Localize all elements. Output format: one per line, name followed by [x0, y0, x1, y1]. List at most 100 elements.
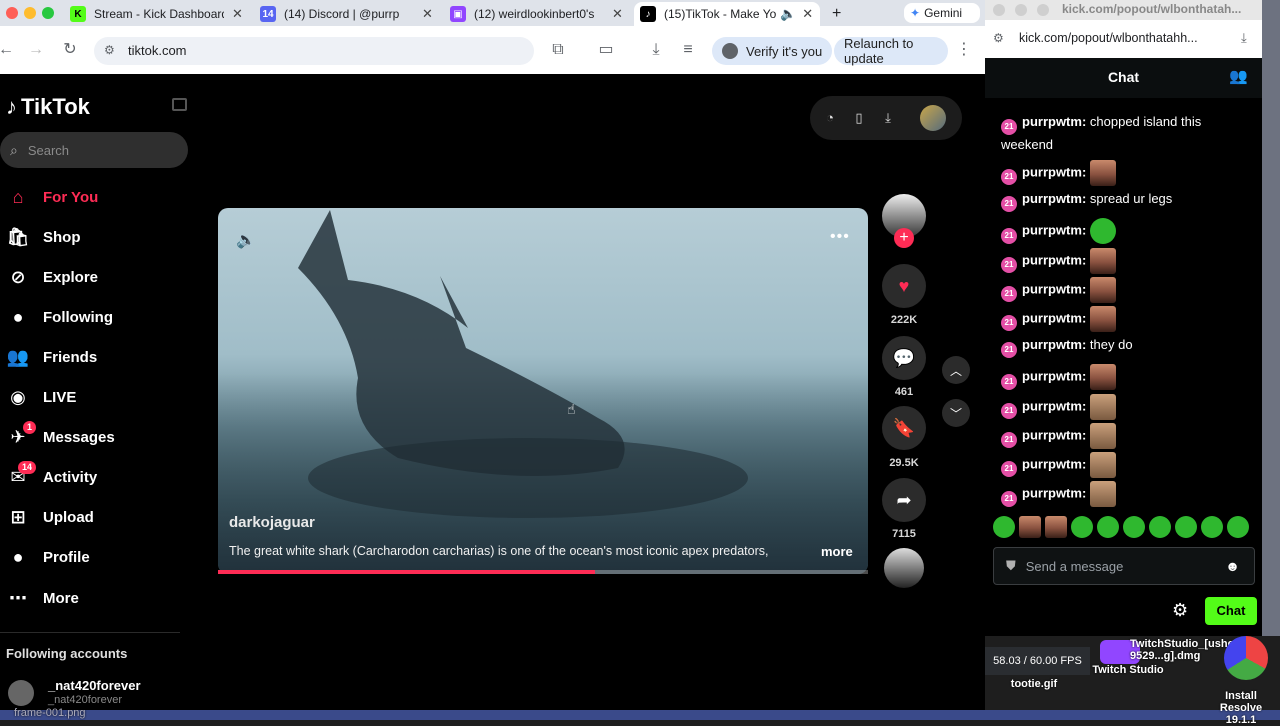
emote-frog-icon[interactable]	[993, 516, 1015, 538]
sidebar-item-upload[interactable]: ⊞ Upload	[6, 503, 93, 533]
sound-disc-icon[interactable]	[884, 548, 924, 588]
chat-send-button[interactable]: Chat	[1205, 597, 1257, 625]
desktop-file-frame-png[interactable]: frame-001.png	[14, 707, 104, 719]
chat-username[interactable]: purrpwtm:	[1022, 281, 1086, 296]
following-account-name[interactable]: _nat420forever	[48, 678, 141, 693]
tiktok-logo[interactable]: ♪ TikTok	[6, 94, 90, 120]
speaker-icon[interactable]: 🔈	[780, 6, 796, 22]
emote-frog-icon[interactable]	[1149, 516, 1171, 538]
desktop-file-twitchstudio-dmg[interactable]: TwitchStudio_[usher-9529...g].dmg	[1130, 638, 1242, 662]
video-progress-bar[interactable]	[218, 570, 868, 574]
next-video-button[interactable]: ﹀	[942, 399, 970, 427]
tab-twitch[interactable]: ▣ (12) weirdlookinbert0's ✕	[444, 2, 628, 26]
minimize-window-button[interactable]	[1015, 4, 1027, 16]
download-icon[interactable]: ⤓	[1241, 30, 1247, 46]
media-controls-icon[interactable]: ≡	[678, 40, 698, 60]
new-tab-button[interactable]: +	[826, 2, 846, 26]
emote-face-icon[interactable]	[1019, 516, 1041, 538]
tab-discord[interactable]: 14 (14) Discord | @purrp ✕	[254, 2, 438, 26]
search-input[interactable]: ⌕ Search	[0, 132, 188, 168]
zoom-window-button[interactable]	[42, 7, 54, 19]
sidebar-item-messages[interactable]: ✈ 1 Messages	[6, 420, 115, 453]
sidebar-item-explore[interactable]: ⊘ Explore	[6, 262, 98, 292]
sidebar-item-friends[interactable]: 👥 Friends	[6, 342, 97, 372]
settings-gear-icon[interactable]: ⚙	[1172, 600, 1188, 621]
extensions-icon[interactable]: ⧉	[548, 40, 568, 60]
chat-username[interactable]: purrpwtm:	[1022, 337, 1086, 352]
video-player[interactable]: 🔈 ••• darkojaguar The great white shark …	[218, 208, 868, 574]
close-tab-icon[interactable]: ✕	[232, 6, 243, 22]
emote-frog-icon[interactable]	[1227, 516, 1249, 538]
sidebar-item-live[interactable]: ◉ LIVE	[6, 383, 76, 413]
close-tab-icon[interactable]: ✕	[802, 6, 813, 22]
desktop-file-twitch-studio[interactable]: Twitch Studio	[1088, 664, 1168, 676]
chat-username[interactable]: purrpwtm:	[1022, 223, 1086, 238]
downloads-icon[interactable]: ⤓	[646, 40, 666, 60]
emote-frog-icon[interactable]	[1071, 516, 1093, 538]
close-tab-icon[interactable]: ✕	[422, 6, 433, 22]
relaunch-button[interactable]: Relaunch to update	[834, 36, 948, 66]
tab-kick-dashboard[interactable]: K Stream - Kick Dashboard ✕	[64, 2, 248, 26]
following-account-avatar[interactable]	[8, 680, 34, 706]
chat-username[interactable]: purrpwtm:	[1022, 191, 1086, 206]
video-author[interactable]: darkojaguar	[229, 514, 315, 531]
sidebar-item-activity[interactable]: ✉ 14 Activity	[6, 460, 97, 493]
site-info-icon[interactable]: ⚙	[993, 31, 1004, 45]
device-icon[interactable]: ▯	[849, 108, 869, 128]
emote-frog-icon[interactable]	[1123, 516, 1145, 538]
chat-username[interactable]: purrpwtm:	[1022, 456, 1086, 471]
close-window-button[interactable]	[993, 4, 1005, 16]
chat-username[interactable]: purrpwtm:	[1022, 486, 1086, 501]
minimize-window-button[interactable]	[24, 7, 36, 19]
desktop-file-tootie-gif[interactable]: tootie.gif	[1008, 678, 1060, 690]
sidebar-item-shop[interactable]: 🛍 Shop	[6, 222, 81, 252]
chat-username[interactable]: purrpwtm:	[1022, 252, 1086, 267]
gemini-button[interactable]: ✦ Gemini	[904, 3, 980, 23]
previous-video-button[interactable]: ︿	[942, 356, 970, 384]
collapse-sidebar-icon[interactable]	[172, 98, 187, 111]
back-icon[interactable]: ←	[0, 40, 16, 60]
save-button[interactable]: 🔖	[882, 406, 926, 450]
tab-tiktok[interactable]: ♪ (15)TikTok - Make Yo 🔈 ✕	[634, 2, 820, 26]
forward-icon[interactable]: →	[26, 40, 46, 60]
video-options-icon[interactable]: •••	[830, 228, 850, 246]
like-button[interactable]: ♥	[882, 264, 926, 308]
users-icon[interactable]: 👥	[1229, 58, 1248, 96]
emote-frog-icon[interactable]	[1175, 516, 1197, 538]
emote-frog-icon[interactable]	[1097, 516, 1119, 538]
comment-button[interactable]: 💬	[882, 336, 926, 380]
speed-icon[interactable]: ◔	[820, 108, 840, 128]
chat-username[interactable]: purrpwtm:	[1022, 369, 1086, 384]
davinci-resolve-icon[interactable]	[1224, 636, 1268, 680]
caption-more-button[interactable]: more	[821, 544, 853, 559]
chat-username[interactable]: purrpwtm:	[1022, 398, 1086, 413]
share-button[interactable]: ➦	[882, 478, 926, 522]
chat-username[interactable]: purrpwtm:	[1022, 310, 1086, 325]
emoji-icon[interactable]: ☻	[1225, 558, 1240, 574]
close-tab-icon[interactable]: ✕	[612, 6, 623, 22]
user-avatar[interactable]	[920, 105, 946, 131]
reload-icon[interactable]: ↻	[60, 40, 80, 60]
mute-icon[interactable]: 🔈	[236, 230, 256, 250]
chat-username[interactable]: purrpwtm:	[1022, 427, 1086, 442]
chat-username[interactable]: purrpwtm:	[1022, 114, 1086, 129]
desktop-file-install-resolve[interactable]: Install Resolve 19.1.1	[1204, 690, 1278, 726]
emote-face-icon[interactable]	[1045, 516, 1067, 538]
verify-its-you-button[interactable]: Verify it's you	[712, 37, 833, 65]
address-bar[interactable]: ⚙ tiktok.com	[94, 37, 534, 65]
zoom-window-button[interactable]	[1037, 4, 1049, 16]
tab-search-icon[interactable]: ▭	[596, 40, 616, 60]
sidebar-item-profile[interactable]: ● Profile	[6, 543, 90, 573]
chat-username[interactable]: purrpwtm:	[1022, 164, 1086, 179]
send-message-input[interactable]: ⛊ Send a message ☻	[993, 547, 1255, 585]
sidebar-item-following[interactable]: ● Following	[6, 302, 113, 332]
comment-count: 461	[894, 386, 914, 398]
download-icon[interactable]: ⤓	[878, 108, 898, 128]
emote-frog-icon[interactable]	[1201, 516, 1223, 538]
close-window-button[interactable]	[6, 7, 18, 19]
sidebar-item-for-you[interactable]: ⌂ For You	[6, 182, 99, 212]
follow-plus-icon[interactable]: +	[894, 228, 914, 248]
sidebar-item-more[interactable]: ⋯ More	[6, 583, 79, 613]
browser-menu-icon[interactable]: ⋮	[954, 40, 974, 60]
site-info-icon[interactable]: ⚙	[104, 43, 115, 57]
